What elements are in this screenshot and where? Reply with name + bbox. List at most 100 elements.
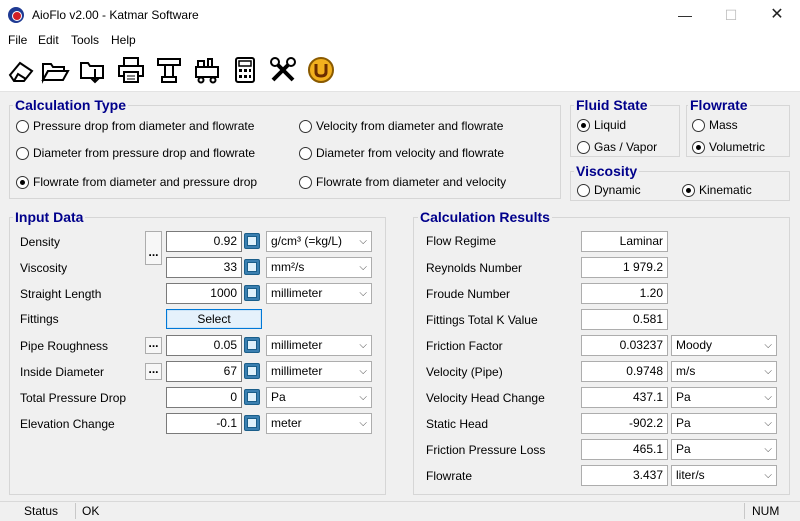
- status-divider: [744, 503, 745, 519]
- update-badge-icon[interactable]: [304, 54, 338, 86]
- print-icon[interactable]: [114, 54, 148, 86]
- velocity-value: 0.9748: [581, 361, 668, 382]
- velocity-head-unit-select[interactable]: Pa ⌵: [671, 387, 777, 408]
- maximize-button[interactable]: ☐: [708, 0, 754, 30]
- radio-dot[interactable]: [682, 183, 695, 197]
- calculator-icon[interactable]: [244, 363, 260, 379]
- radio-dot[interactable]: [577, 118, 590, 132]
- inside-diameter-input[interactable]: 67: [166, 361, 242, 382]
- calculator-icon[interactable]: [244, 337, 260, 353]
- save-folder-icon[interactable]: [76, 54, 110, 86]
- radio-dot[interactable]: [577, 140, 590, 154]
- density-viscosity-more-button[interactable]: ...: [145, 231, 162, 265]
- straight-length-unit-select[interactable]: millimeter ⌵: [266, 283, 372, 304]
- radio-volumetric[interactable]: Volumetric: [692, 140, 765, 154]
- fittings-k-label: Fittings Total K Value: [426, 313, 538, 327]
- window-title: AioFlo v2.00 - Katmar Software: [32, 8, 199, 22]
- tools-icon[interactable]: [266, 54, 300, 86]
- straight-length-input[interactable]: 1000: [166, 283, 242, 304]
- calculator-icon[interactable]: [244, 389, 260, 405]
- chevron-down-icon: ⌵: [359, 262, 367, 273]
- pipe-fitting-icon[interactable]: [152, 54, 186, 86]
- calculator-icon[interactable]: [244, 233, 260, 249]
- friction-method-select[interactable]: Moody ⌵: [671, 335, 777, 356]
- total-pressure-drop-input[interactable]: 0: [166, 387, 242, 408]
- static-head-unit-select[interactable]: Pa ⌵: [671, 413, 777, 434]
- diameter-unit-select[interactable]: millimeter ⌵: [266, 361, 372, 382]
- calculator-icon[interactable]: [228, 54, 262, 86]
- status-bar: [0, 501, 800, 521]
- radio-dot[interactable]: [692, 118, 705, 132]
- calculator-icon[interactable]: [244, 415, 260, 431]
- straight-length-label: Straight Length: [20, 287, 102, 301]
- flowrate-unit-select[interactable]: liter/s ⌵: [671, 465, 777, 486]
- viscosity-input[interactable]: 33: [166, 257, 242, 278]
- friction-pressure-loss-label: Friction Pressure Loss: [426, 443, 546, 457]
- friction-factor-label: Friction Factor: [426, 339, 503, 353]
- radio-dot[interactable]: [299, 175, 312, 189]
- radio-dot[interactable]: [16, 146, 29, 160]
- elevation-unit-select[interactable]: meter ⌵: [266, 413, 372, 434]
- velocity-label: Velocity (Pipe): [426, 365, 503, 379]
- pump-icon[interactable]: [190, 54, 224, 86]
- roughness-unit-select[interactable]: millimeter ⌵: [266, 335, 372, 356]
- radio-dynamic[interactable]: Dynamic: [577, 183, 641, 197]
- num-lock-indicator: NUM: [752, 504, 780, 518]
- menu-tools[interactable]: Tools: [71, 33, 99, 47]
- close-button[interactable]: ✕: [754, 0, 800, 30]
- pipe-roughness-input[interactable]: 0.05: [166, 335, 242, 356]
- chevron-down-icon: ⌵: [359, 418, 367, 429]
- friction-loss-unit-select[interactable]: Pa ⌵: [671, 439, 777, 460]
- radio-velocity-option[interactable]: Velocity from diameter and flowrate: [299, 119, 503, 133]
- flowrate-type-title: Flowrate: [688, 97, 750, 113]
- froude-number-value: 1.20: [581, 283, 668, 304]
- diameter-more-button[interactable]: ...: [145, 363, 162, 380]
- open-folder-icon[interactable]: [38, 54, 72, 86]
- elevation-change-label: Elevation Change: [20, 417, 115, 431]
- radio-pressure-drop-option[interactable]: Pressure drop from diameter and flowrate: [16, 119, 254, 133]
- fittings-select-button[interactable]: Select: [166, 309, 262, 329]
- status-value: OK: [82, 504, 100, 518]
- radio-diameter-from-velocity-option[interactable]: Diameter from velocity and flowrate: [299, 146, 504, 160]
- density-unit-select[interactable]: g/cm³ (=kg/L) ⌵: [266, 231, 372, 252]
- velocity-head-change-label: Velocity Head Change: [426, 391, 545, 405]
- radio-dot[interactable]: [692, 140, 705, 154]
- flowrate-label: Flowrate: [426, 469, 473, 483]
- radio-dot[interactable]: [577, 183, 590, 197]
- pipe-roughness-label: Pipe Roughness: [20, 339, 109, 353]
- eraser-icon[interactable]: [4, 54, 38, 86]
- roughness-more-button[interactable]: ...: [145, 337, 162, 354]
- minimize-button[interactable]: —: [662, 0, 708, 30]
- calculation-type-title: Calculation Type: [13, 97, 128, 113]
- radio-dot[interactable]: [299, 119, 312, 133]
- app-icon: [8, 7, 24, 23]
- fittings-k-value: 0.581: [581, 309, 668, 330]
- pressure-drop-unit-select[interactable]: Pa ⌵: [266, 387, 372, 408]
- menu-edit[interactable]: Edit: [38, 33, 59, 47]
- chevron-down-icon: ⌵: [359, 288, 367, 299]
- chevron-down-icon: ⌵: [764, 418, 772, 429]
- velocity-head-change-value: 437.1: [581, 387, 668, 408]
- radio-dot[interactable]: [16, 119, 29, 133]
- fluid-state-title: Fluid State: [574, 97, 650, 113]
- inside-diameter-label: Inside Diameter: [20, 365, 105, 379]
- radio-dot[interactable]: [299, 146, 312, 160]
- radio-flowrate-from-pressure-option[interactable]: Flowrate from diameter and pressure drop: [16, 175, 257, 189]
- velocity-unit-select[interactable]: m/s ⌵: [671, 361, 777, 382]
- radio-mass[interactable]: Mass: [692, 118, 738, 132]
- chevron-down-icon: ⌵: [359, 366, 367, 377]
- radio-diameter-from-pressure-option[interactable]: Diameter from pressure drop and flowrate: [16, 146, 255, 160]
- radio-flowrate-from-velocity-option[interactable]: Flowrate from diameter and velocity: [299, 175, 506, 189]
- elevation-change-input[interactable]: -0.1: [166, 413, 242, 434]
- calculator-icon[interactable]: [244, 259, 260, 275]
- chevron-down-icon: ⌵: [359, 236, 367, 247]
- radio-dot[interactable]: [16, 175, 29, 189]
- radio-gas-vapor[interactable]: Gas / Vapor: [577, 140, 657, 154]
- viscosity-unit-select[interactable]: mm²/s ⌵: [266, 257, 372, 278]
- menu-help[interactable]: Help: [111, 33, 136, 47]
- calculator-icon[interactable]: [244, 285, 260, 301]
- menu-file[interactable]: File: [8, 33, 27, 47]
- radio-liquid[interactable]: Liquid: [577, 118, 626, 132]
- density-input[interactable]: 0.92: [166, 231, 242, 252]
- radio-kinematic[interactable]: Kinematic: [682, 183, 752, 197]
